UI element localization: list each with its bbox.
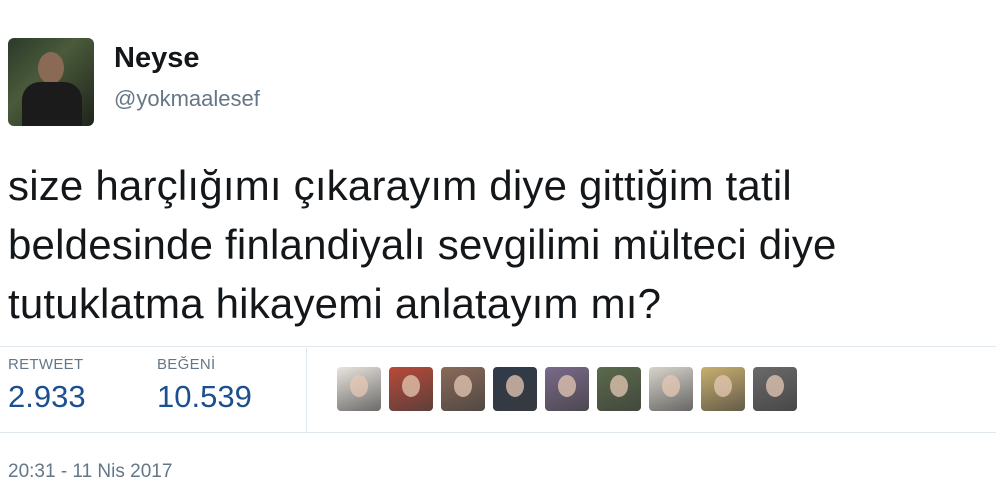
author-name[interactable]: Neyse <box>114 42 199 75</box>
tweet-text: size harçlığımı çıkarayım diye gittiğim … <box>8 156 988 333</box>
liker-avatar[interactable] <box>441 367 485 411</box>
retweet-label: RETWEET <box>8 356 84 373</box>
retweet-count[interactable]: 2.933 <box>8 379 86 415</box>
tweet-text-line: size harçlığımı çıkarayım diye gittiğim … <box>8 162 792 209</box>
liker-avatar[interactable] <box>753 367 797 411</box>
tweet-timestamp[interactable]: 20:31 - 11 Nis 2017 <box>8 461 172 483</box>
liker-face-shape <box>662 375 680 397</box>
liker-avatar[interactable] <box>701 367 745 411</box>
retweet-stat[interactable]: RETWEET 2.933 <box>8 356 86 415</box>
liker-avatar[interactable] <box>649 367 693 411</box>
liker-avatar[interactable] <box>389 367 433 411</box>
liker-avatar[interactable] <box>337 367 381 411</box>
divider-bottom <box>0 432 996 433</box>
liker-face-shape <box>454 375 472 397</box>
like-stat[interactable]: BEĞENİ 10.539 <box>157 356 252 415</box>
liker-avatar[interactable] <box>597 367 641 411</box>
tweet-text-line: tutuklatma hikayemi anlatayım mı? <box>8 280 662 327</box>
liker-face-shape <box>610 375 628 397</box>
like-label: BEĞENİ <box>157 356 216 373</box>
liker-face-shape <box>558 375 576 397</box>
divider-top <box>0 346 996 347</box>
avatar-head-shape <box>38 52 64 84</box>
liker-face-shape <box>766 375 784 397</box>
stats-separator <box>306 348 307 432</box>
liker-avatar[interactable] <box>493 367 537 411</box>
avatar-body-shape <box>22 82 82 126</box>
liker-avatar[interactable] <box>545 367 589 411</box>
author-handle[interactable]: @yokmaalesef <box>114 86 260 112</box>
tweet-text-line: beldesinde finlandiyalı sevgilimi mültec… <box>8 221 837 268</box>
like-count[interactable]: 10.539 <box>157 379 252 415</box>
author-avatar[interactable] <box>8 38 94 126</box>
liker-face-shape <box>350 375 368 397</box>
liker-face-shape <box>402 375 420 397</box>
liker-face-shape <box>714 375 732 397</box>
liker-face-shape <box>506 375 524 397</box>
